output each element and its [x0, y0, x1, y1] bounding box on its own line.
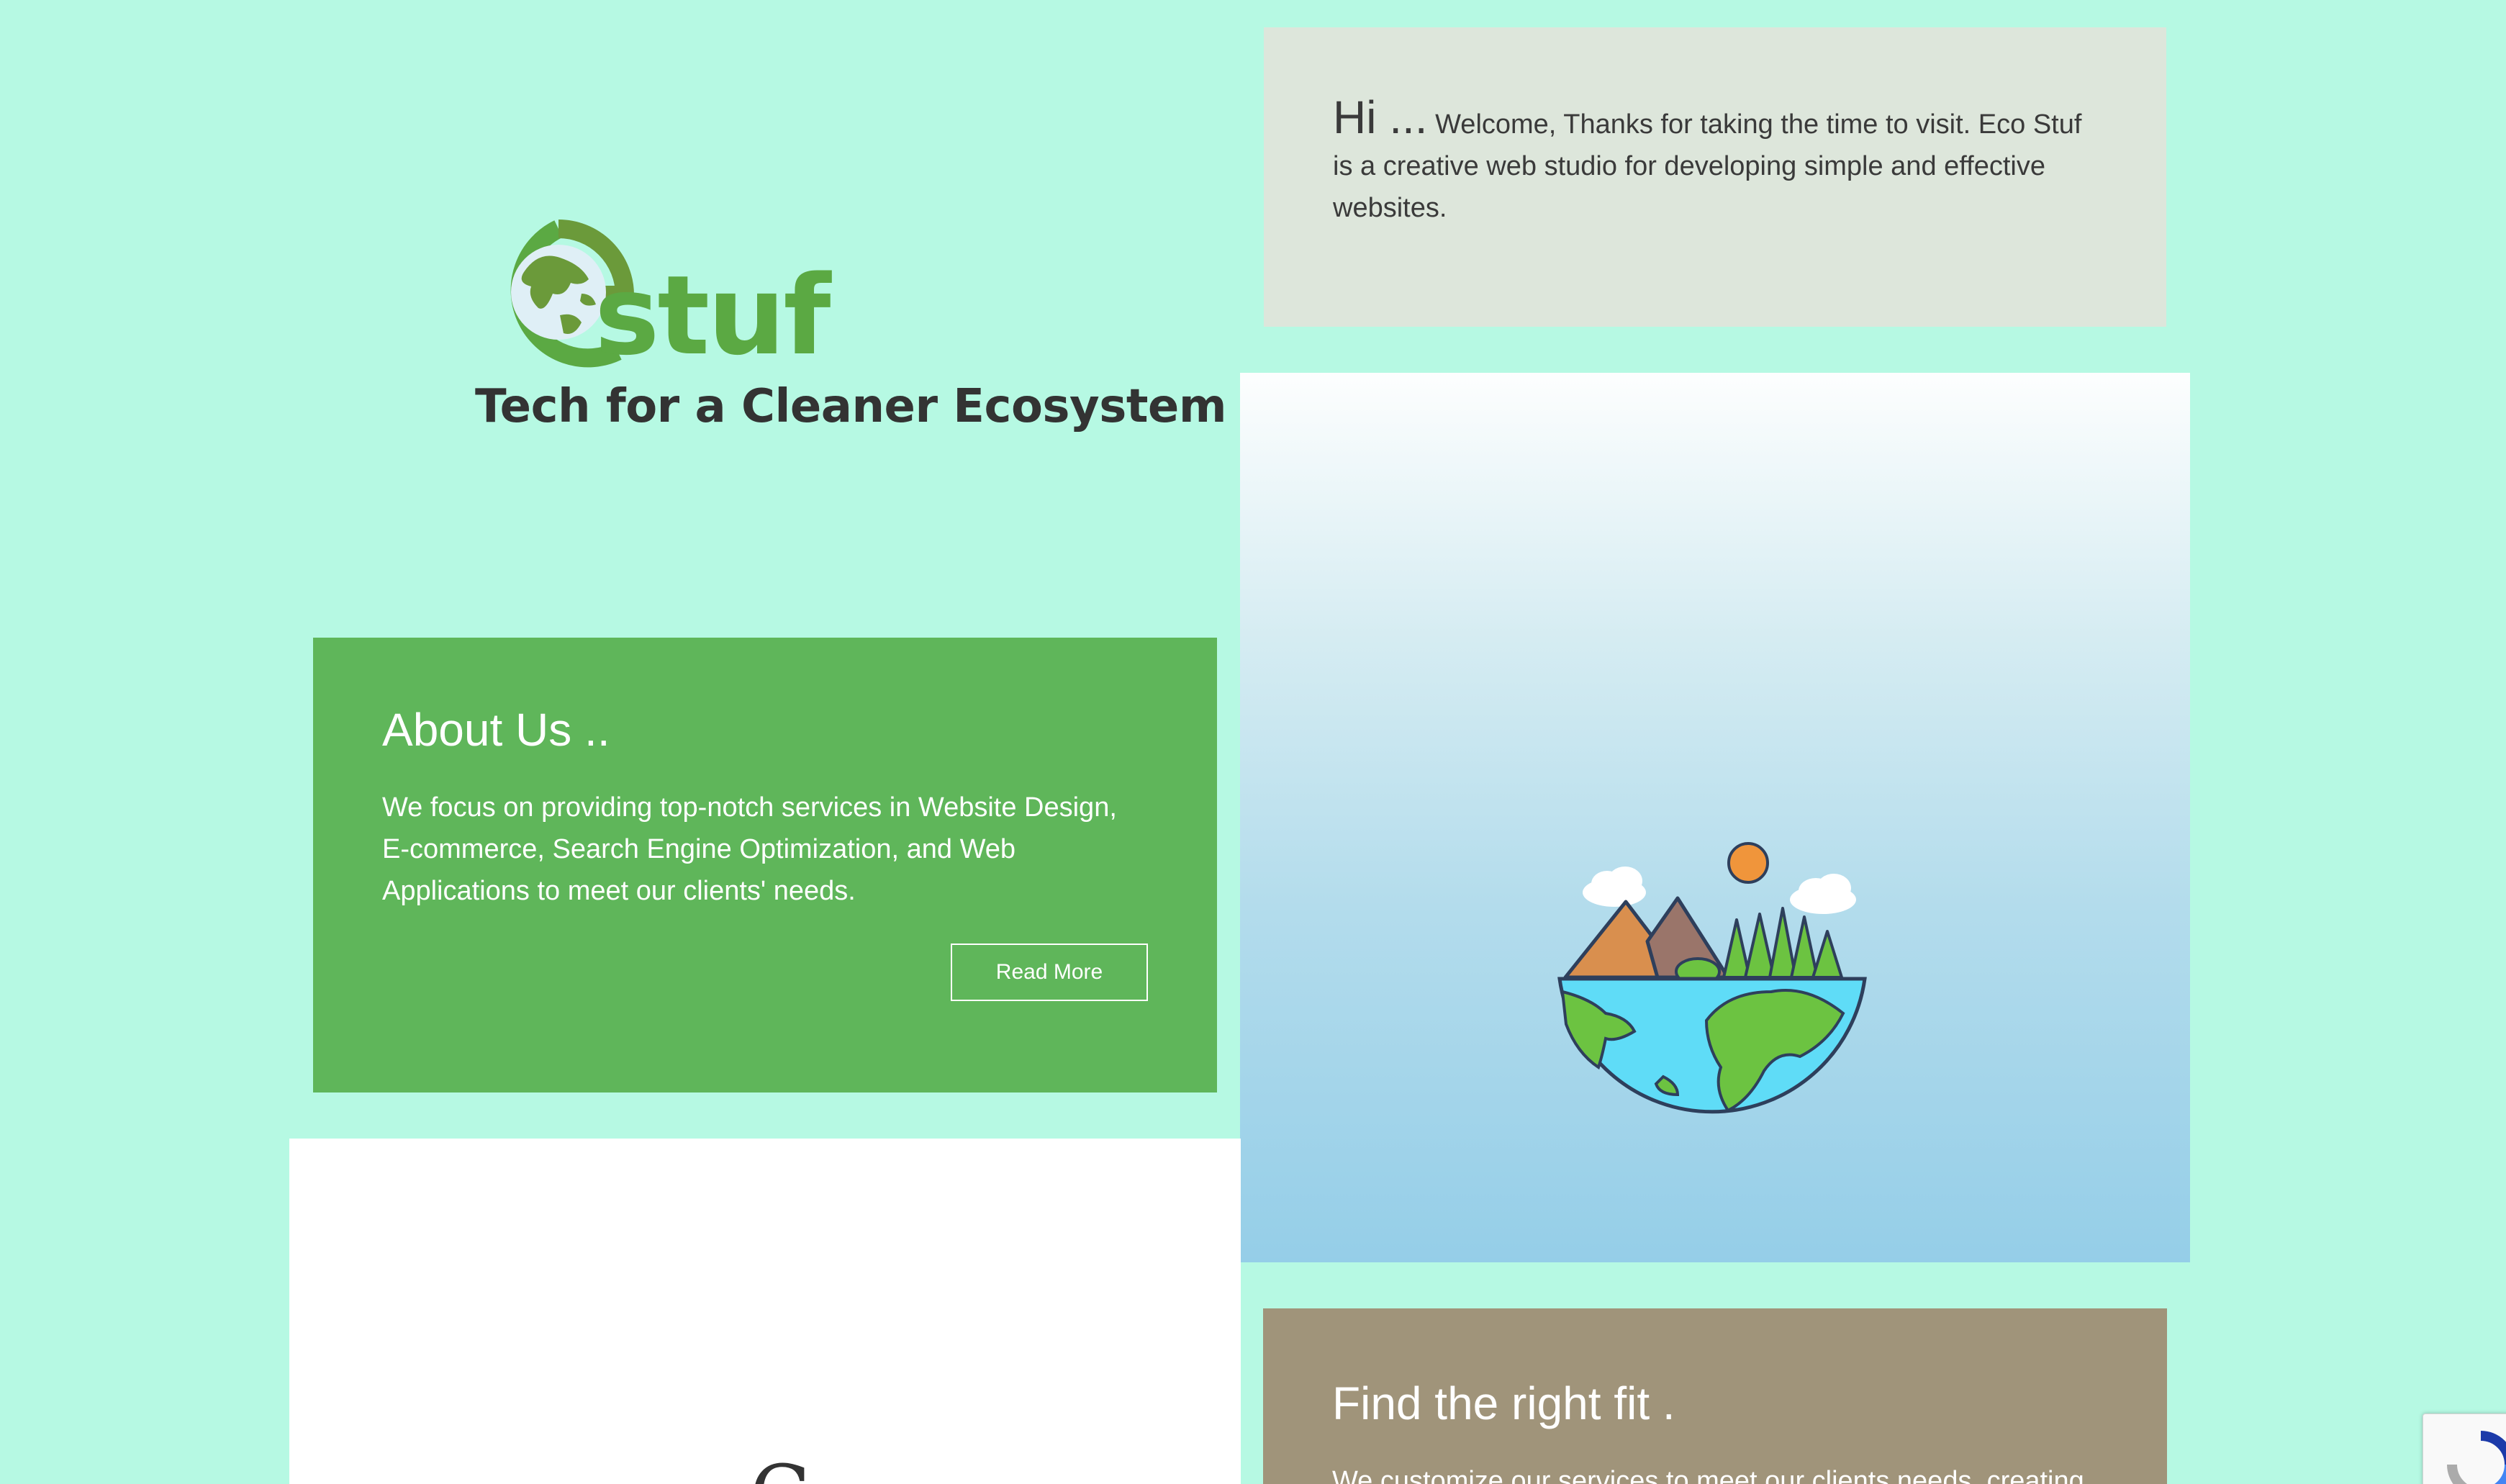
white-panel: C — [289, 1139, 1241, 1484]
logo-tagline: Tech for a Cleaner Ecosystem — [475, 380, 1227, 433]
read-more-button[interactable]: Read More — [951, 944, 1148, 1001]
welcome-paragraph: Hi ... Welcome, Thanks for taking the ti… — [1333, 94, 2097, 229]
fit-text: We customize our services to meet our cl… — [1332, 1465, 2084, 1484]
site-logo[interactable]: stuf Tech for a Cleaner Ecosystem — [474, 207, 1227, 438]
earth-landscape-icon — [1557, 842, 1867, 1114]
find-fit-card: Find the right fit . We customize our se… — [1263, 1308, 2167, 1484]
recaptcha-icon — [2447, 1431, 2506, 1484]
recaptcha-badge[interactable] — [2423, 1413, 2506, 1484]
logo-wordmark: stuf — [594, 252, 831, 379]
partial-heading-glyph: C — [750, 1448, 810, 1484]
welcome-text: Welcome, Thanks for taking the time to v… — [1333, 109, 2082, 223]
fit-title: Find the right fit . — [1332, 1377, 1675, 1429]
about-text: We focus on providing top-notch services… — [382, 792, 1117, 906]
welcome-greeting: Hi ... — [1333, 91, 1428, 143]
about-card: About Us .. We focus on providing top-no… — [313, 638, 1217, 1092]
about-title: About Us .. — [382, 704, 610, 756]
welcome-card: Hi ... Welcome, Thanks for taking the ti… — [1264, 27, 2166, 327]
page: stuf Tech for a Cleaner Ecosystem Hi ...… — [0, 0, 2506, 1484]
hero-illustration — [1240, 373, 2190, 1262]
